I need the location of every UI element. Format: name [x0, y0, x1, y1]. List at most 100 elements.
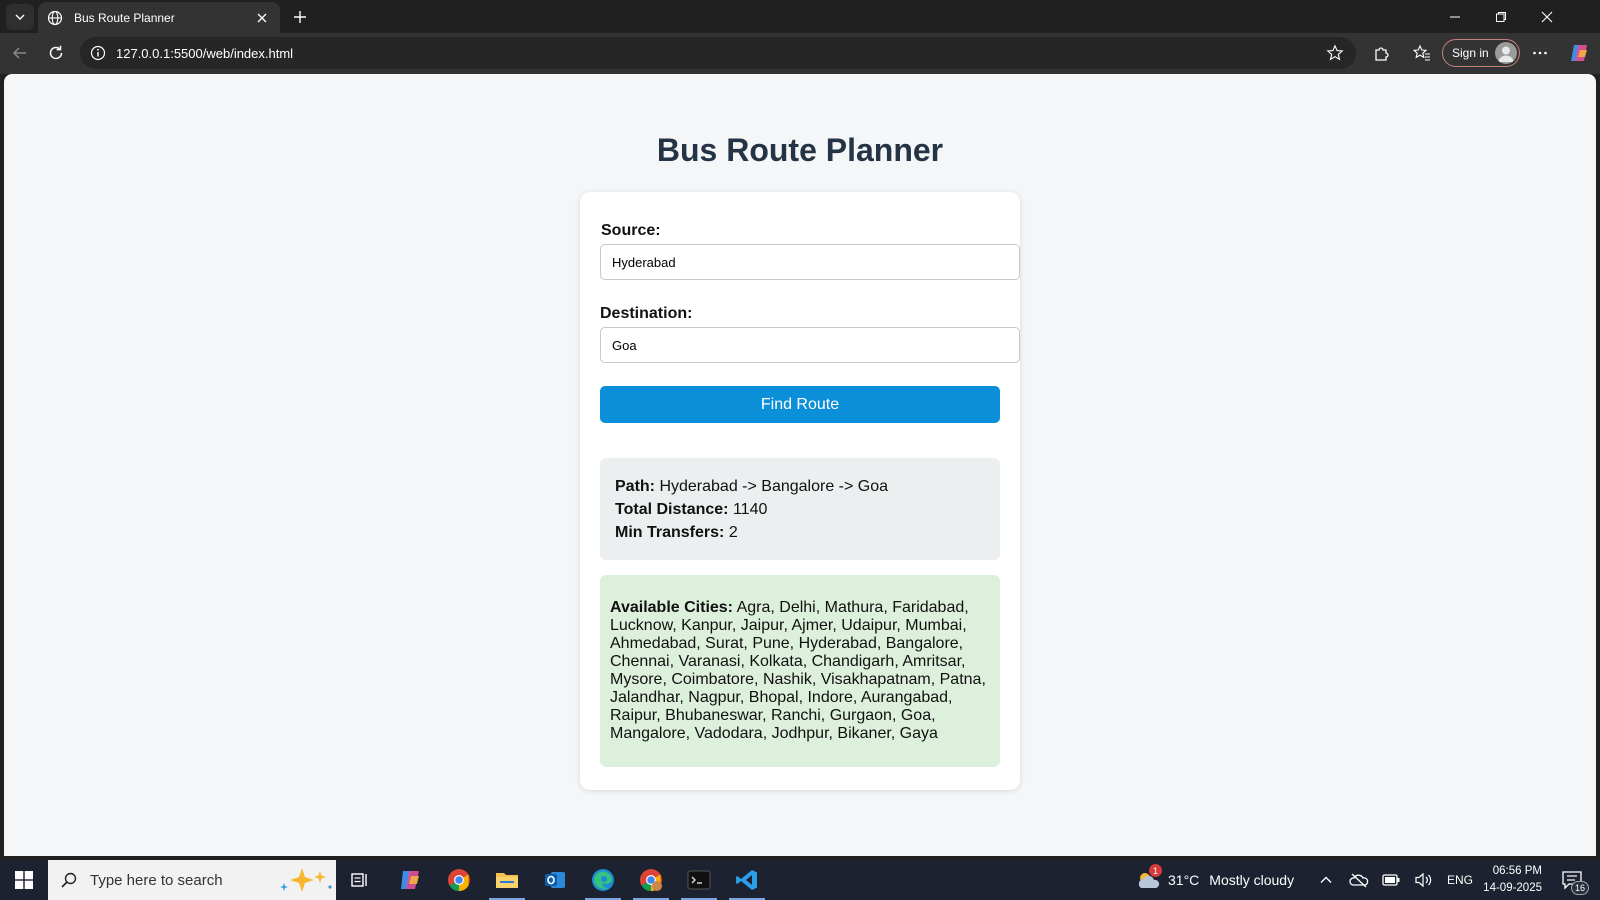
page-viewport: Bus Route Planner Source: Destination: F…: [4, 74, 1596, 856]
volume-control[interactable]: [1413, 860, 1435, 900]
file-explorer-taskbar-button[interactable]: [483, 860, 531, 900]
back-button[interactable]: [6, 39, 34, 67]
more-horizontal-icon: [1533, 51, 1547, 55]
chevron-down-icon: [15, 14, 25, 20]
avatar: [1494, 42, 1517, 64]
info-icon[interactable]: [88, 43, 108, 63]
settings-more-button[interactable]: [1527, 40, 1553, 66]
chrome-profile-taskbar-button[interactable]: [627, 860, 675, 900]
globe-icon: [46, 9, 64, 27]
edge-taskbar-button[interactable]: [579, 860, 627, 900]
minimize-button[interactable]: [1432, 0, 1478, 33]
arrow-left-icon: [12, 47, 26, 59]
route-result: Path: Hyderabad -> Bangalore -> Goa Tota…: [600, 458, 1000, 560]
new-tab-button[interactable]: [287, 4, 313, 30]
find-route-button[interactable]: Find Route: [600, 386, 1000, 423]
sign-in-button[interactable]: Sign in: [1442, 39, 1520, 67]
sparkle-icon: [280, 868, 332, 892]
distance-row: Total Distance: 1140: [615, 498, 985, 521]
search-icon: [61, 872, 77, 888]
chevron-up-icon: [1320, 876, 1332, 883]
tab-title: Bus Route Planner: [74, 10, 175, 25]
weather-temp: 31°C: [1168, 872, 1200, 888]
taskbar-search-box[interactable]: Type here to search: [48, 860, 336, 900]
url-text: 127.0.0.1:5500/web/index.html: [116, 45, 294, 61]
battery-icon: [1382, 874, 1400, 886]
route-form-card: Source: Destination: Find Route Path: Hy…: [580, 192, 1020, 790]
chrome-taskbar-button[interactable]: [435, 860, 483, 900]
source-label: Source:: [601, 222, 661, 239]
extensions-button[interactable]: [1369, 40, 1395, 66]
available-cities: Available Cities: Agra, Delhi, Mathura, …: [600, 575, 1000, 767]
sign-in-label: Sign in: [1452, 46, 1489, 60]
transfers-value: 2: [728, 524, 738, 541]
cloud-icon: 1: [1134, 864, 1162, 894]
clock-date: 14-09-2025: [1483, 882, 1542, 894]
outlook-taskbar-button[interactable]: [531, 860, 579, 900]
copilot-taskbar-button[interactable]: [386, 860, 434, 900]
close-window-button[interactable]: [1524, 0, 1570, 33]
active-tab[interactable]: Bus Route Planner: [38, 2, 280, 33]
battery-status[interactable]: [1380, 860, 1402, 900]
path-value: Hyderabad -> Bangalore -> Goa: [659, 478, 889, 495]
notification-count-badge: 16: [1570, 881, 1589, 895]
tab-list-button[interactable]: [6, 4, 34, 30]
show-hidden-icons-button[interactable]: [1316, 860, 1336, 900]
restore-button[interactable]: [1478, 0, 1524, 33]
plus-icon: [294, 11, 306, 23]
outlook-icon: [545, 872, 565, 888]
clock-time: 06:56 PM: [1492, 865, 1542, 877]
close-icon: [1541, 11, 1553, 22]
address-bar[interactable]: 127.0.0.1:5500/web/index.html: [80, 37, 1356, 69]
chrome-icon: [448, 869, 470, 891]
speaker-icon: [1415, 872, 1432, 888]
browser-toolbar: 127.0.0.1:5500/web/index.html Sign in: [0, 33, 1600, 74]
refresh-button[interactable]: [42, 39, 70, 67]
restore-icon: [1496, 11, 1506, 22]
path-label: Path:: [615, 478, 655, 495]
favorites-button[interactable]: [1409, 40, 1435, 66]
windows-logo-icon: [15, 871, 33, 889]
search-placeholder: Type here to search: [90, 871, 223, 889]
refresh-icon: [49, 45, 63, 60]
path-row: Path: Hyderabad -> Bangalore -> Goa: [615, 475, 985, 498]
minimize-icon: [1450, 16, 1460, 17]
weather-widget[interactable]: 1 31°C Mostly cloudy: [1134, 860, 1294, 900]
folder-icon: [496, 873, 518, 888]
transfers-label: Min Transfers:: [615, 524, 725, 541]
puzzle-icon: [1375, 47, 1389, 61]
terminal-taskbar-button[interactable]: [675, 860, 723, 900]
windows-taskbar: Type here to search 1 31°C Mostly cloudy: [0, 860, 1600, 900]
distance-value: 1140: [732, 501, 768, 518]
cloud-offline-icon: [1349, 873, 1369, 888]
start-button[interactable]: [0, 860, 48, 900]
task-view-icon: [351, 873, 367, 887]
task-view-button[interactable]: [336, 860, 384, 900]
weather-alert-badge: 1: [1149, 864, 1162, 877]
terminal-icon: [687, 870, 711, 890]
user-icon: [1498, 46, 1514, 62]
transfers-row: Min Transfers: 2: [615, 521, 985, 544]
cities-label: Available Cities:: [610, 599, 734, 616]
cities-list: Agra, Delhi, Mathura, Faridabad, Lucknow…: [610, 599, 986, 742]
copilot-icon: [1571, 45, 1587, 61]
source-input[interactable]: [600, 244, 1020, 280]
weather-desc: Mostly cloudy: [1209, 872, 1295, 888]
chrome-icon: [640, 869, 662, 891]
system-clock[interactable]: 06:56 PM 14-09-2025: [1478, 863, 1542, 897]
close-tab-icon[interactable]: [252, 8, 272, 28]
copilot-icon: [401, 871, 419, 889]
distance-label: Total Distance:: [615, 501, 729, 518]
destination-input[interactable]: [600, 327, 1020, 363]
onedrive-status[interactable]: [1348, 860, 1370, 900]
favorite-star-icon[interactable]: [1322, 40, 1348, 66]
vscode-taskbar-button[interactable]: [723, 860, 771, 900]
destination-label: Destination:: [600, 305, 693, 322]
language-indicator[interactable]: ENG: [1447, 860, 1473, 900]
notification-icon: 16: [1561, 870, 1589, 895]
copilot-button[interactable]: [1566, 40, 1592, 66]
notification-center-button[interactable]: 16: [1556, 860, 1589, 900]
browser-tab-bar: Bus Route Planner: [0, 0, 1600, 33]
favorites-icon: [1413, 44, 1430, 61]
vscode-icon: [736, 870, 757, 890]
